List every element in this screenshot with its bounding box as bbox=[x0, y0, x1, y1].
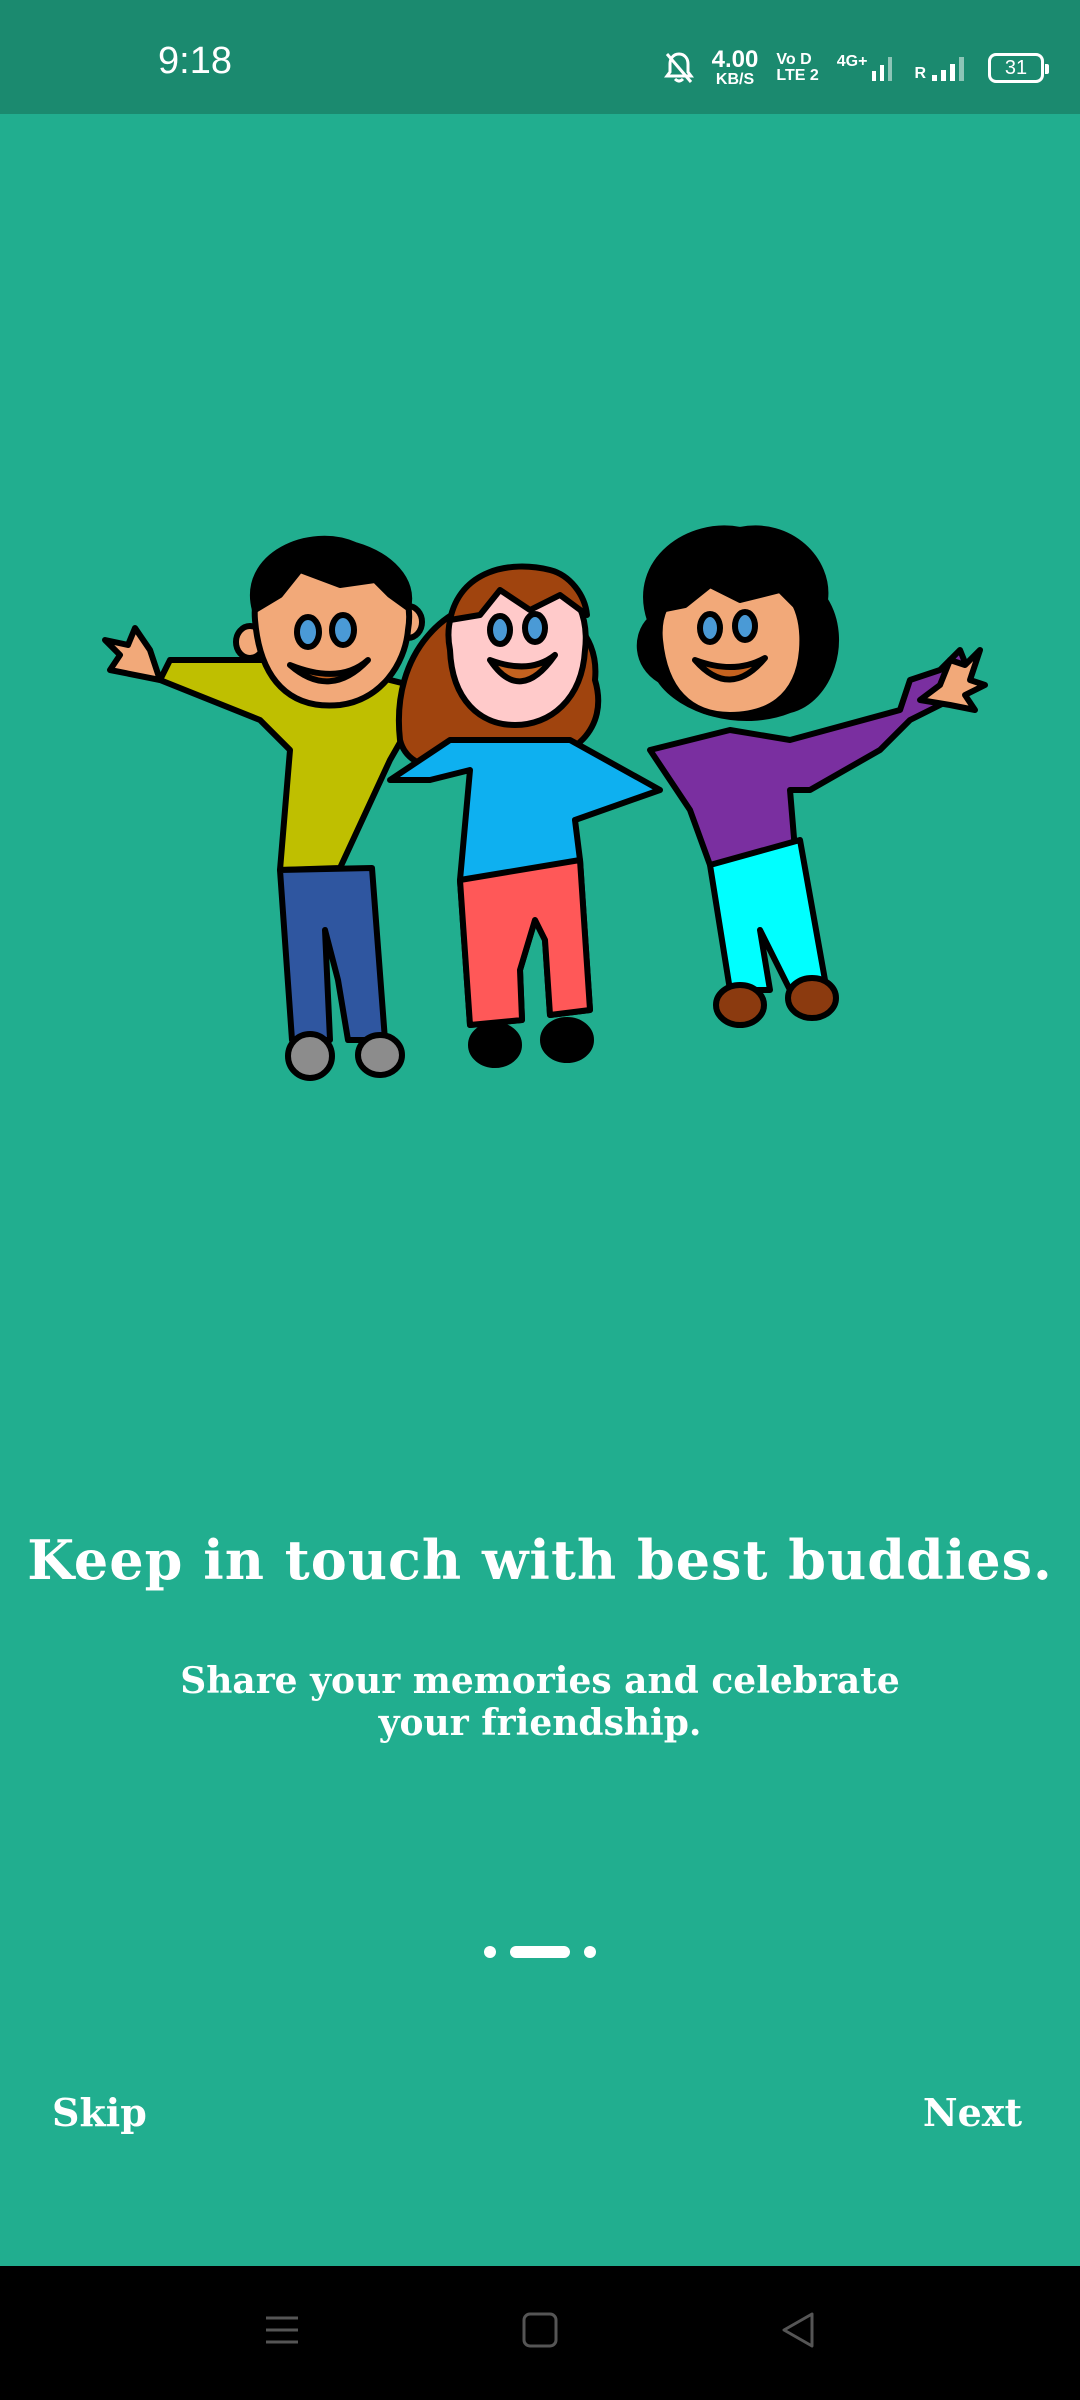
right-girl-figure bbox=[636, 525, 988, 1028]
volte-top: Vo D bbox=[776, 51, 812, 68]
three-friends-illustration bbox=[102, 525, 988, 1081]
back-icon[interactable] bbox=[778, 2310, 818, 2350]
roaming-label: R bbox=[914, 65, 926, 82]
net-speed-unit: KB/S bbox=[715, 71, 755, 88]
status-icons: 4.00 KB/S Vo D LTE 2 4G+ R 31 bbox=[663, 44, 1049, 92]
status-bar: 9:18 4.00 KB/S Vo D LTE 2 4G+ R 31 bbox=[0, 0, 1080, 114]
bell-off-icon bbox=[663, 52, 694, 83]
battery-level: 31 bbox=[1004, 56, 1028, 79]
volte-indicator: Vo D LTE 2 bbox=[776, 52, 818, 84]
next-button[interactable]: Next bbox=[923, 2090, 1022, 2135]
signal-2-icon bbox=[932, 57, 964, 81]
network-type-label: 4G+ bbox=[836, 53, 868, 70]
signal-1-icon bbox=[872, 57, 893, 81]
status-time: 9:18 bbox=[158, 40, 232, 82]
net-speed: 4.00 KB/S bbox=[712, 48, 759, 88]
roaming-signal: R bbox=[914, 53, 970, 83]
onboarding-title: Keep in touch with best buddies. bbox=[27, 1528, 1053, 1592]
menu-icon[interactable] bbox=[262, 2310, 302, 2350]
middle-girl-figure bbox=[387, 563, 663, 1068]
volte-bottom: LTE 2 bbox=[776, 67, 819, 84]
skip-button[interactable]: Skip bbox=[52, 2090, 147, 2135]
page-indicator bbox=[0, 1946, 1080, 1958]
page-dot-1[interactable] bbox=[484, 1946, 496, 1958]
network-type: 4G+ bbox=[837, 53, 897, 83]
onboarding-subtitle: Share your memories and celebrate your f… bbox=[180, 1660, 900, 1744]
page-dot-2-active[interactable] bbox=[510, 1946, 570, 1958]
page-dot-3[interactable] bbox=[584, 1946, 596, 1958]
battery-icon: 31 bbox=[988, 53, 1049, 83]
net-speed-value: 4.00 bbox=[711, 46, 759, 73]
home-icon[interactable] bbox=[520, 2310, 560, 2350]
navigation-bar bbox=[0, 2266, 1080, 2400]
boy-figure bbox=[102, 535, 433, 1081]
